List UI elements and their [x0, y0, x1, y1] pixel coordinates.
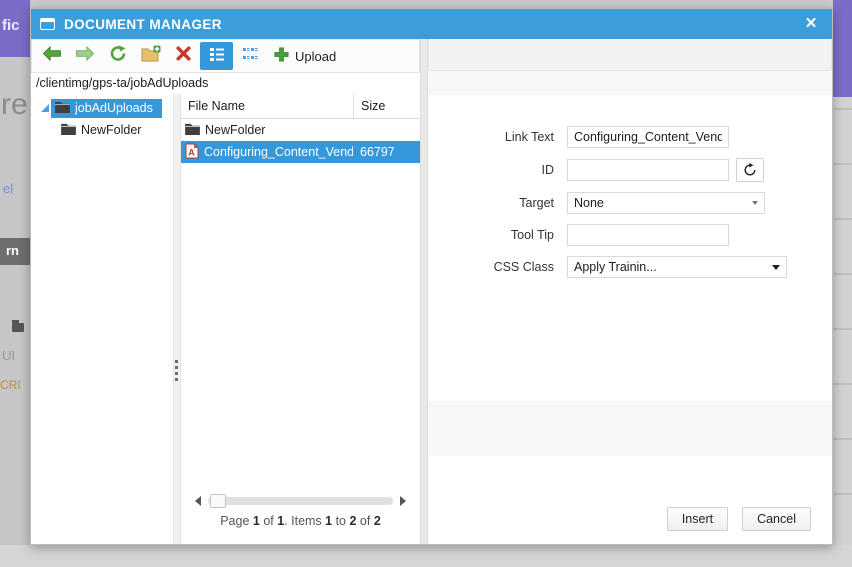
toolbar: Upload [31, 39, 420, 73]
link-properties-form: Link Text ID Target None Tool Tip [428, 95, 832, 401]
target-selected-value: None [574, 196, 604, 210]
grid-view-button[interactable] [233, 42, 266, 70]
css-class-label: CSS Class [493, 260, 554, 274]
scroll-left-icon[interactable] [195, 496, 201, 506]
tree-item-label: NewFolder [81, 123, 142, 137]
refresh-button[interactable] [101, 42, 134, 70]
properties-toolbar-band [428, 39, 832, 71]
delete-button[interactable] [167, 42, 200, 70]
file-row-newfolder[interactable]: NewFolder [181, 119, 420, 141]
backdrop-label-fragment-1: UI [2, 348, 15, 363]
window-icon [40, 18, 55, 30]
refresh-icon [744, 163, 756, 176]
folder-icon [185, 123, 200, 138]
forward-arrow-icon [75, 45, 95, 66]
backdrop-heading-fragment: re [1, 88, 28, 121]
tree-item-jobaduploads[interactable]: jobAdUploads [31, 97, 173, 119]
id-input[interactable] [567, 159, 729, 181]
scroll-right-icon[interactable] [400, 496, 406, 506]
backdrop-left-page: fic re el rn UI CRI [0, 0, 30, 567]
back-button[interactable] [35, 42, 68, 70]
css-class-dropdown[interactable]: Apply Trainin... [567, 256, 787, 278]
backdrop-purple-header: fic [0, 0, 30, 57]
resize-grip-icon [175, 360, 179, 381]
upload-button[interactable]: Upload [266, 42, 344, 70]
refresh-icon [109, 45, 127, 67]
file-list: File Name Size NewFolder A Configuring_C… [181, 94, 420, 544]
tree-item-label: jobAdUploads [75, 101, 153, 115]
target-label: Target [519, 196, 554, 210]
horizontal-scrollbar [181, 491, 420, 511]
chevron-down-icon [752, 201, 758, 205]
scrollbar-thumb[interactable] [210, 494, 226, 508]
column-header-size[interactable]: Size [353, 94, 420, 118]
preview-band [428, 401, 832, 456]
properties-panel: Link Text ID Target None Tool Tip [428, 39, 832, 544]
target-dropdown[interactable]: None [567, 192, 765, 214]
file-name-label: NewFolder [205, 123, 266, 137]
close-icon[interactable]: × [799, 11, 823, 37]
tool-tip-input[interactable] [567, 224, 729, 246]
pagination-status: Page 1 of 1. Items 1 to 2 of 2 [220, 514, 381, 528]
upload-plus-icon [274, 47, 289, 65]
chevron-down-icon [772, 264, 780, 270]
breadcrumb: /clientimg/gps-ta/jobAdUploads [31, 73, 420, 94]
backdrop-right-table [833, 0, 852, 567]
svg-text:A: A [188, 147, 195, 157]
back-arrow-icon [42, 45, 62, 66]
tree-item-newfolder[interactable]: NewFolder [31, 119, 173, 141]
backdrop-label-fragment-2: CRI [0, 378, 21, 392]
file-row-pdf-selected[interactable]: A Configuring_Content_Vendo 66797 [181, 141, 420, 163]
dialog-footer: Insert Cancel [428, 456, 832, 544]
properties-subheader-band [428, 71, 832, 95]
upload-label: Upload [295, 48, 337, 64]
cancel-button[interactable]: Cancel [742, 507, 811, 531]
panel-divider[interactable] [420, 39, 428, 544]
id-label: ID [541, 163, 555, 177]
forward-button[interactable] [68, 42, 101, 70]
backdrop-bottom-strip [0, 545, 852, 567]
link-text-input[interactable] [567, 126, 729, 148]
document-manager-dialog: DOCUMENT MANAGER × Upload /clientimg/gps… [30, 8, 833, 545]
folder-icon [61, 123, 76, 138]
new-folder-icon [141, 45, 161, 67]
list-view-button[interactable] [200, 42, 233, 70]
folder-tree: jobAdUploads NewFolder [31, 94, 173, 544]
expand-triangle-icon[interactable] [39, 104, 51, 112]
link-text-label: Link Text [504, 130, 554, 144]
file-name-label: Configuring_Content_Vendo [204, 145, 353, 159]
scrollbar-track[interactable] [208, 494, 393, 508]
css-class-selected-value: Apply Trainin... [574, 260, 657, 274]
backdrop-icon-fragment [12, 320, 24, 332]
dialog-titlebar: DOCUMENT MANAGER × [31, 9, 832, 39]
folder-icon [55, 101, 70, 116]
delete-x-icon [175, 45, 192, 67]
id-refresh-button[interactable] [736, 158, 764, 182]
backdrop-button-fragment: rn [0, 238, 30, 265]
insert-button[interactable]: Insert [666, 507, 729, 531]
pdf-file-icon: A [185, 143, 199, 162]
column-header-file-name[interactable]: File Name [181, 99, 353, 113]
list-view-icon [209, 46, 225, 67]
grid-view-icon [242, 46, 258, 67]
file-size-label: 66797 [360, 145, 395, 159]
tool-tip-label: Tool Tip [510, 228, 554, 242]
file-list-header: File Name Size [181, 94, 420, 119]
tree-resize-gutter[interactable] [173, 94, 181, 544]
dialog-title: DOCUMENT MANAGER [64, 16, 222, 32]
backdrop-purple-header-right [833, 0, 852, 97]
backdrop-link-fragment: el [3, 181, 14, 196]
new-folder-button[interactable] [134, 42, 167, 70]
